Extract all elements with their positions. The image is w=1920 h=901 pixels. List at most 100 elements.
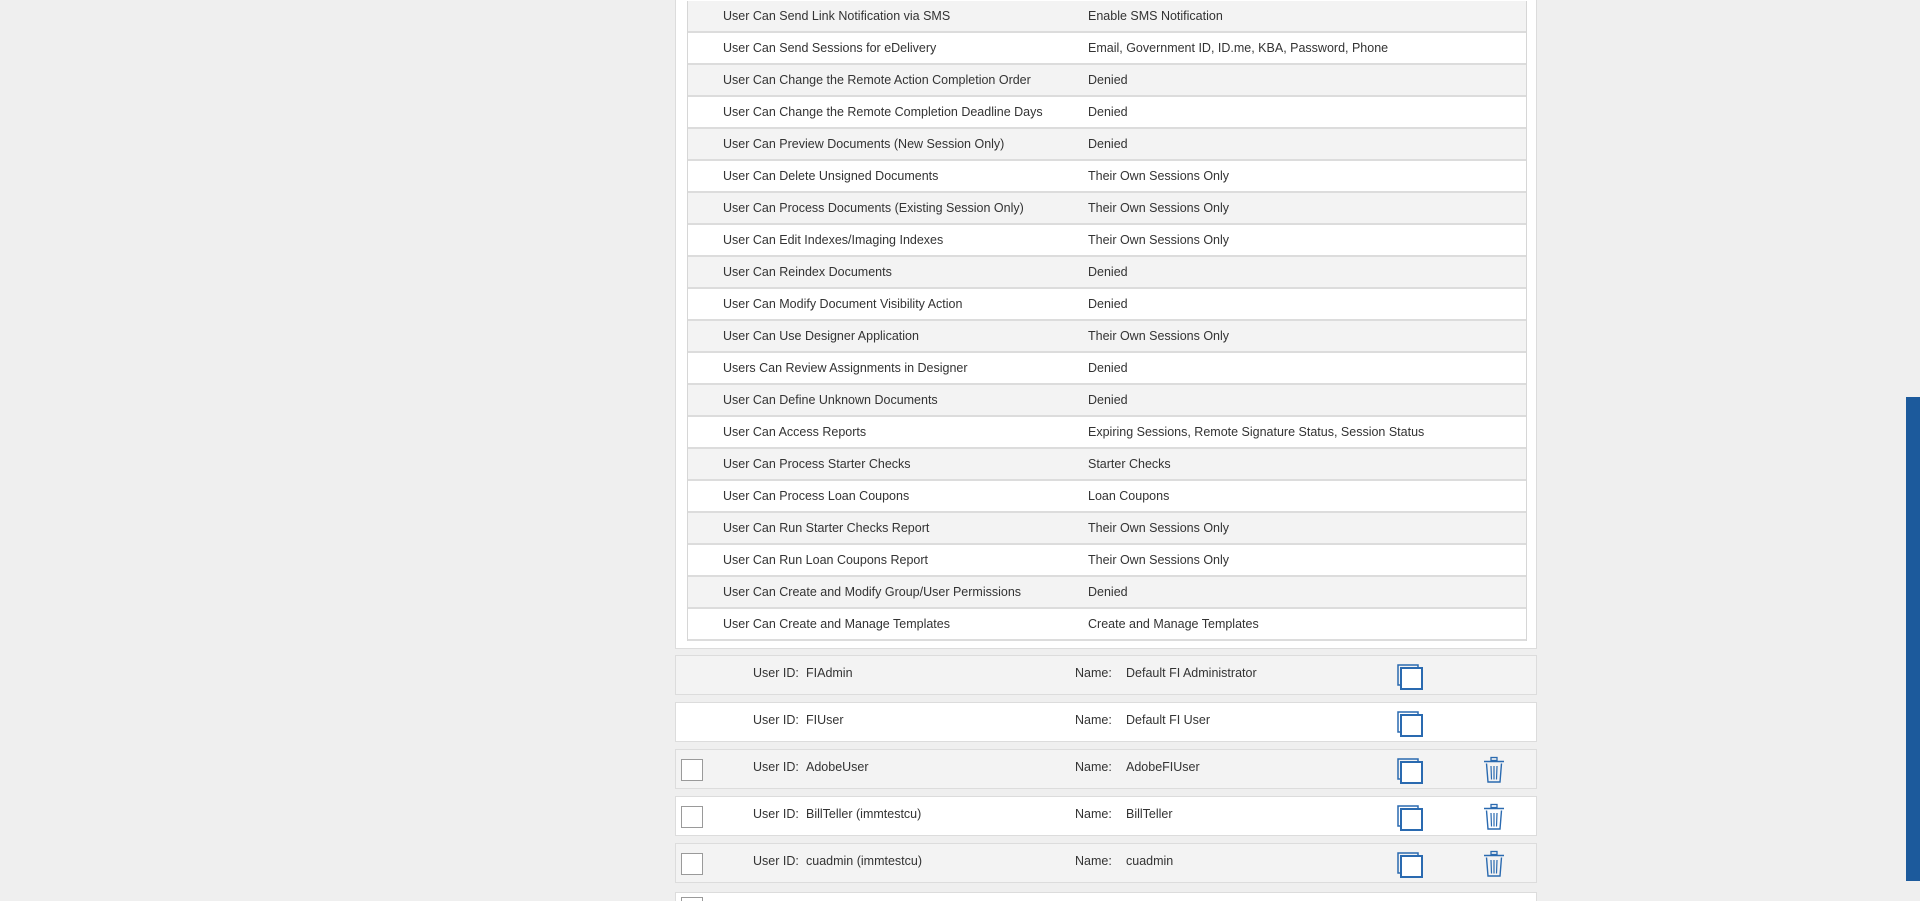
permission-name: User Can Access Reports [723, 425, 867, 439]
user-row[interactable]: User ID: BillTeller (immtestcu) Name: BillT… [675, 796, 1537, 836]
permission-row: User Can Edit Indexes/Imaging Indexes The… [688, 225, 1526, 257]
permission-row: User Can Create and Manage Templates Crea… [688, 609, 1526, 641]
permission-value: Expiring Sessions, Remote Signature Stat… [1088, 425, 1425, 439]
user-id-value: BillTeller (immtestcu) [806, 807, 922, 821]
user-select-checkbox[interactable] [681, 853, 703, 875]
user-id-value: FIUser [806, 713, 844, 727]
permission-name: User Can Reindex Documents [723, 265, 892, 279]
user-id-value: AdobeUser [806, 760, 869, 774]
permission-value: Denied [1088, 361, 1128, 375]
user-name-label: Name: [1075, 854, 1112, 868]
user-name-label: Name: [1075, 760, 1112, 774]
permission-name: User Can Modify Document Visibility Acti… [723, 297, 963, 311]
copy-user-button[interactable] [1396, 851, 1424, 879]
delete-user-button[interactable] [1482, 803, 1506, 831]
permission-row: User Can Process Documents (Existing Ses… [688, 193, 1526, 225]
user-select-checkbox[interactable] [681, 806, 703, 828]
permissions-table: User Can Send Link Notification via SMS E… [687, 1, 1527, 641]
user-row-partial [675, 892, 1537, 901]
copy-user-button[interactable] [1396, 757, 1424, 785]
permission-row: User Can Modify Document Visibility Acti… [688, 289, 1526, 321]
user-name-value: Default FI Administrator [1126, 666, 1257, 680]
user-row[interactable]: User ID: FIUser Name: Default FI User [675, 702, 1537, 742]
delete-user-button[interactable] [1482, 756, 1506, 784]
user-name-value: Default FI User [1126, 713, 1211, 727]
permission-name: User Can Define Unknown Documents [723, 393, 938, 407]
permission-name: User Can Delete Unsigned Documents [723, 169, 939, 183]
permission-row: User Can Change the Remote Action Comple… [688, 65, 1526, 97]
user-id-value: FIAdmin [806, 666, 853, 680]
permission-row: User Can Reindex Documents Denied [688, 257, 1526, 289]
permission-value: Denied [1088, 265, 1128, 279]
user-name-value: cuadmin [1126, 854, 1174, 868]
user-select-checkbox[interactable] [681, 759, 703, 781]
permission-value: Create and Manage Templates [1088, 617, 1259, 631]
user-id-value: cuadmin (immtestcu) [806, 854, 922, 868]
user-name-label: Name: [1075, 713, 1112, 727]
permission-name: User Can Process Loan Coupons [723, 489, 910, 503]
permission-name: User Can Process Documents (Existing Ses… [723, 201, 1024, 215]
copy-icon [1397, 758, 1423, 784]
permission-row: User Can Process Loan Coupons Loan Coupon… [688, 481, 1526, 513]
page: User Can Send Link Notification via SMS E… [0, 0, 1920, 901]
trash-icon [1484, 756, 1504, 783]
copy-user-button[interactable] [1396, 710, 1424, 738]
user-id-label: User ID: [753, 760, 799, 774]
user-id-label: User ID: [753, 854, 799, 868]
permission-name: User Can Send Link Notification via SMS [723, 9, 951, 23]
permission-name: User Can Process Starter Checks [723, 457, 911, 471]
user-row[interactable]: User ID: FIAdmin Name: Default FI Administr… [675, 655, 1537, 695]
copy-icon [1397, 711, 1423, 737]
permission-row: User Can Process Starter Checks Starter C… [688, 449, 1526, 481]
permission-value: Enable SMS Notification [1088, 9, 1223, 23]
user-select-checkbox[interactable] [681, 897, 703, 901]
permission-name: User Can Edit Indexes/Imaging Indexes [723, 233, 944, 247]
permission-name: User Can Run Starter Checks Report [723, 521, 930, 535]
permission-row: User Can Use Designer Application Their O… [688, 321, 1526, 353]
permission-row: User Can Send Sessions for eDelivery Emai… [688, 33, 1526, 65]
permission-row: Users Can Review Assignments in Designer… [688, 353, 1526, 385]
permission-value: Loan Coupons [1088, 489, 1170, 503]
permission-name: User Can Preview Documents (New Session … [723, 137, 1005, 151]
permission-name: User Can Run Loan Coupons Report [723, 553, 928, 567]
user-name-label: Name: [1075, 666, 1112, 680]
user-name-label: Name: [1075, 807, 1112, 821]
user-row[interactable]: User ID: AdobeUser Name: AdobeFIUser [675, 749, 1537, 789]
copy-user-button[interactable] [1396, 663, 1424, 691]
permissions-panel: User Can Send Link Notification via SMS E… [675, 0, 1537, 649]
trash-icon [1484, 803, 1504, 830]
permission-name: User Can Create and Manage Templates [723, 617, 950, 631]
trash-icon [1484, 850, 1504, 877]
permission-row: User Can Preview Documents (New Session … [688, 129, 1526, 161]
permission-name: User Can Change the Remote Completion De… [723, 105, 1043, 119]
scrollbar-thumb[interactable] [1906, 397, 1920, 881]
permission-value: Denied [1088, 393, 1128, 407]
permission-name: User Can Use Designer Application [723, 329, 919, 343]
permission-value: Their Own Sessions Only [1088, 201, 1230, 215]
permission-name: User Can Create and Modify Group/User Pe… [723, 585, 1022, 599]
permission-value: Denied [1088, 73, 1128, 87]
user-name-value: AdobeFIUser [1126, 760, 1200, 774]
permission-value: Their Own Sessions Only [1088, 553, 1230, 567]
permission-row: User Can Run Loan Coupons Report Their Ow… [688, 545, 1526, 577]
permission-value: Their Own Sessions Only [1088, 329, 1230, 343]
delete-user-button[interactable] [1482, 850, 1506, 878]
copy-icon [1397, 852, 1423, 878]
permission-name: User Can Change the Remote Action Comple… [723, 73, 1031, 87]
copy-user-button[interactable] [1396, 804, 1424, 832]
user-row[interactable]: User ID: cuadmin (immtestcu) Name: cuadmin [675, 843, 1537, 883]
permission-row: User Can Run Starter Checks Report Their … [688, 513, 1526, 545]
user-id-label: User ID: [753, 807, 799, 821]
permission-name: Users Can Review Assignments in Designer [723, 361, 968, 375]
permission-value: Denied [1088, 297, 1128, 311]
user-id-label: User ID: [753, 666, 799, 680]
permission-row: User Can Create and Modify Group/User Pe… [688, 577, 1526, 609]
user-list: User ID: FIAdmin Name: Default FI Administr… [675, 655, 1537, 890]
permission-value: Their Own Sessions Only [1088, 521, 1230, 535]
permission-row: User Can Change the Remote Completion De… [688, 97, 1526, 129]
permission-value: Their Own Sessions Only [1088, 169, 1230, 183]
permission-name: User Can Send Sessions for eDelivery [723, 41, 937, 55]
permission-value: Email, Government ID, ID.me, KBA, Passwo… [1088, 41, 1389, 55]
permission-row: User Can Access Reports Expiring Sessions… [688, 417, 1526, 449]
copy-icon [1397, 805, 1423, 831]
